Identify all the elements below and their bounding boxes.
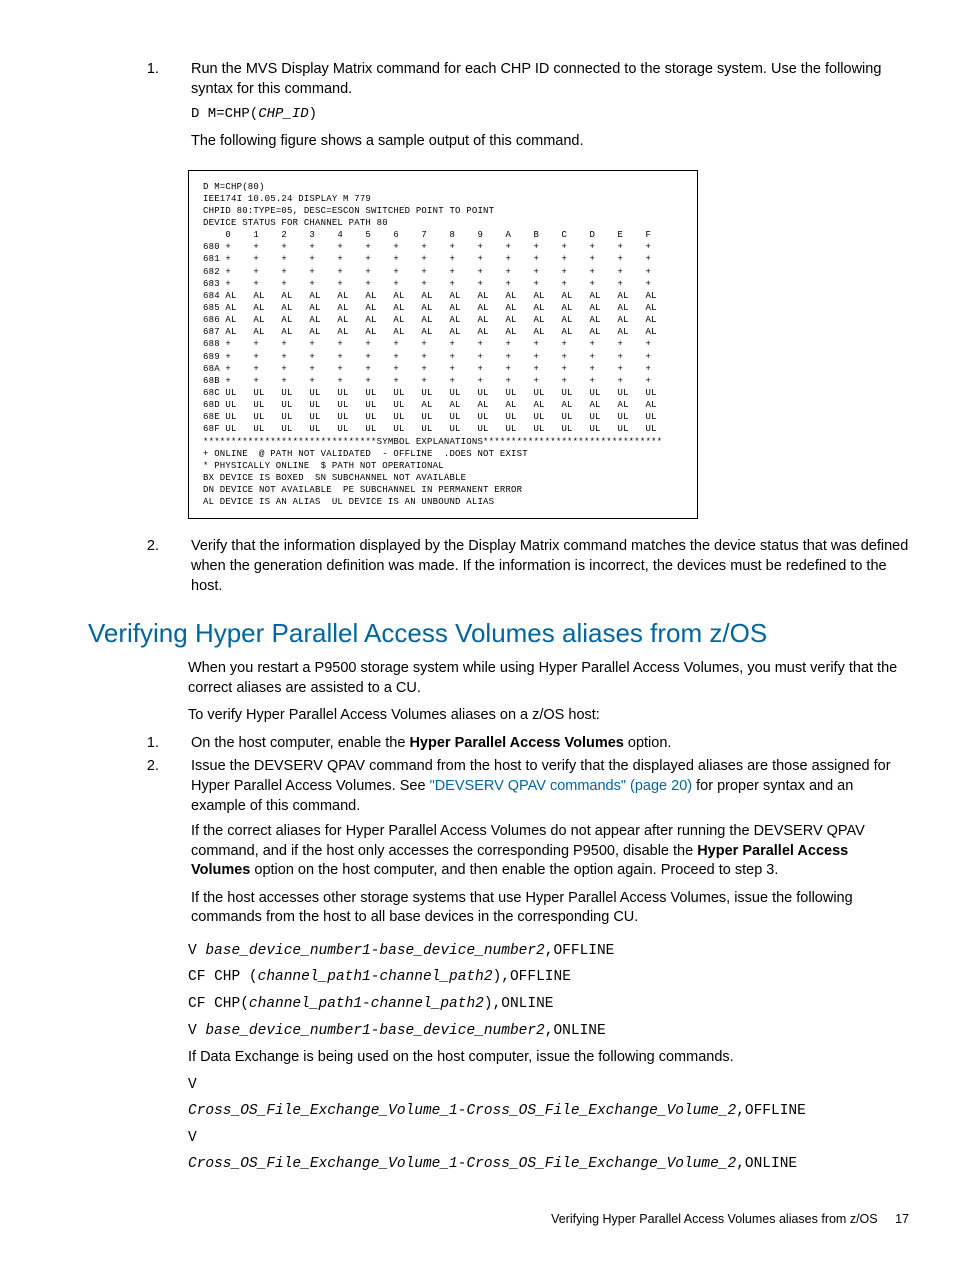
var: base_device_number1-base_device_number2 bbox=[205, 943, 544, 959]
t: CF CHP( bbox=[188, 996, 249, 1012]
dx-v2: V bbox=[188, 1129, 909, 1149]
var: Cross_OS_File_Exchange_Volume_1-Cross_OS… bbox=[188, 1156, 736, 1172]
cmd-line-4: V base_device_number1-base_device_number… bbox=[188, 1022, 909, 1042]
step-1-command: D M=CHP(CHP_ID) bbox=[191, 105, 909, 124]
substep-2-para-2: If the correct aliases for Hyper Paralle… bbox=[191, 822, 909, 881]
footer-text: Verifying Hyper Parallel Access Volumes … bbox=[551, 1212, 878, 1226]
dx-command-block: V Cross_OS_File_Exchange_Volume_1-Cross_… bbox=[188, 1076, 909, 1175]
t: ,OFFLINE bbox=[736, 1103, 806, 1119]
step-1: Run the MVS Display Matrix command for e… bbox=[163, 60, 909, 152]
cmd-suffix: ) bbox=[309, 106, 317, 122]
dx-v1: V bbox=[188, 1076, 909, 1096]
dx-line-2: Cross_OS_File_Exchange_Volume_1-Cross_OS… bbox=[188, 1155, 909, 1175]
t: V bbox=[188, 943, 205, 959]
devserv-link[interactable]: "DEVSERV QPAV commands" (page 20) bbox=[430, 778, 693, 794]
t: ,ONLINE bbox=[736, 1156, 797, 1172]
t: ,ONLINE bbox=[545, 1023, 606, 1039]
intro-para-2: To verify Hyper Parallel Access Volumes … bbox=[188, 706, 909, 726]
command-block: V base_device_number1-base_device_number… bbox=[188, 942, 909, 1041]
var: base_device_number1-base_device_number2 bbox=[205, 1023, 544, 1039]
text: option on the host computer, and then en… bbox=[250, 862, 778, 878]
display-matrix-pre: D M=CHP(80) IEE174I 10.05.24 DISPLAY M 7… bbox=[203, 181, 683, 509]
var: channel_path1-channel_path2 bbox=[249, 996, 484, 1012]
cmd-line-1: V base_device_number1-base_device_number… bbox=[188, 942, 909, 962]
page-footer: Verifying Hyper Parallel Access Volumes … bbox=[88, 1211, 909, 1228]
step-1-text: Run the MVS Display Matrix command for e… bbox=[191, 61, 881, 97]
option-name: Hyper Parallel Access Volumes bbox=[409, 735, 623, 751]
cmd-prefix: D M=CHP( bbox=[191, 106, 258, 122]
step-1-after: The following figure shows a sample outp… bbox=[191, 132, 909, 152]
substep-1: On the host computer, enable the Hyper P… bbox=[163, 734, 909, 754]
t: ),ONLINE bbox=[484, 996, 554, 1012]
data-exchange-intro: If Data Exchange is being used on the ho… bbox=[188, 1048, 909, 1068]
cmd-var: CHP_ID bbox=[258, 106, 308, 122]
substep-2: Issue the DEVSERV QPAV command from the … bbox=[163, 757, 909, 928]
text: On the host computer, enable the bbox=[191, 735, 409, 751]
cmd-line-3: CF CHP(channel_path1-channel_path2),ONLI… bbox=[188, 995, 909, 1015]
page-number: 17 bbox=[895, 1212, 909, 1226]
var: Cross_OS_File_Exchange_Volume_1-Cross_OS… bbox=[188, 1103, 736, 1119]
section-heading: Verifying Hyper Parallel Access Volumes … bbox=[88, 616, 909, 651]
t: ),OFFLINE bbox=[493, 969, 571, 985]
dx-line-1: Cross_OS_File_Exchange_Volume_1-Cross_OS… bbox=[188, 1102, 909, 1122]
var: channel_path1-channel_path2 bbox=[258, 969, 493, 985]
t: V bbox=[188, 1023, 205, 1039]
display-matrix-output: D M=CHP(80) IEE174I 10.05.24 DISPLAY M 7… bbox=[188, 170, 698, 520]
text: option. bbox=[624, 735, 672, 751]
step-2: Verify that the information displayed by… bbox=[163, 537, 909, 596]
t: ,OFFLINE bbox=[545, 943, 615, 959]
intro-para-1: When you restart a P9500 storage system … bbox=[188, 659, 909, 698]
t: CF CHP ( bbox=[188, 969, 258, 985]
substep-2-para-3: If the host accesses other storage syste… bbox=[191, 889, 909, 928]
cmd-line-2: CF CHP (channel_path1-channel_path2),OFF… bbox=[188, 968, 909, 988]
